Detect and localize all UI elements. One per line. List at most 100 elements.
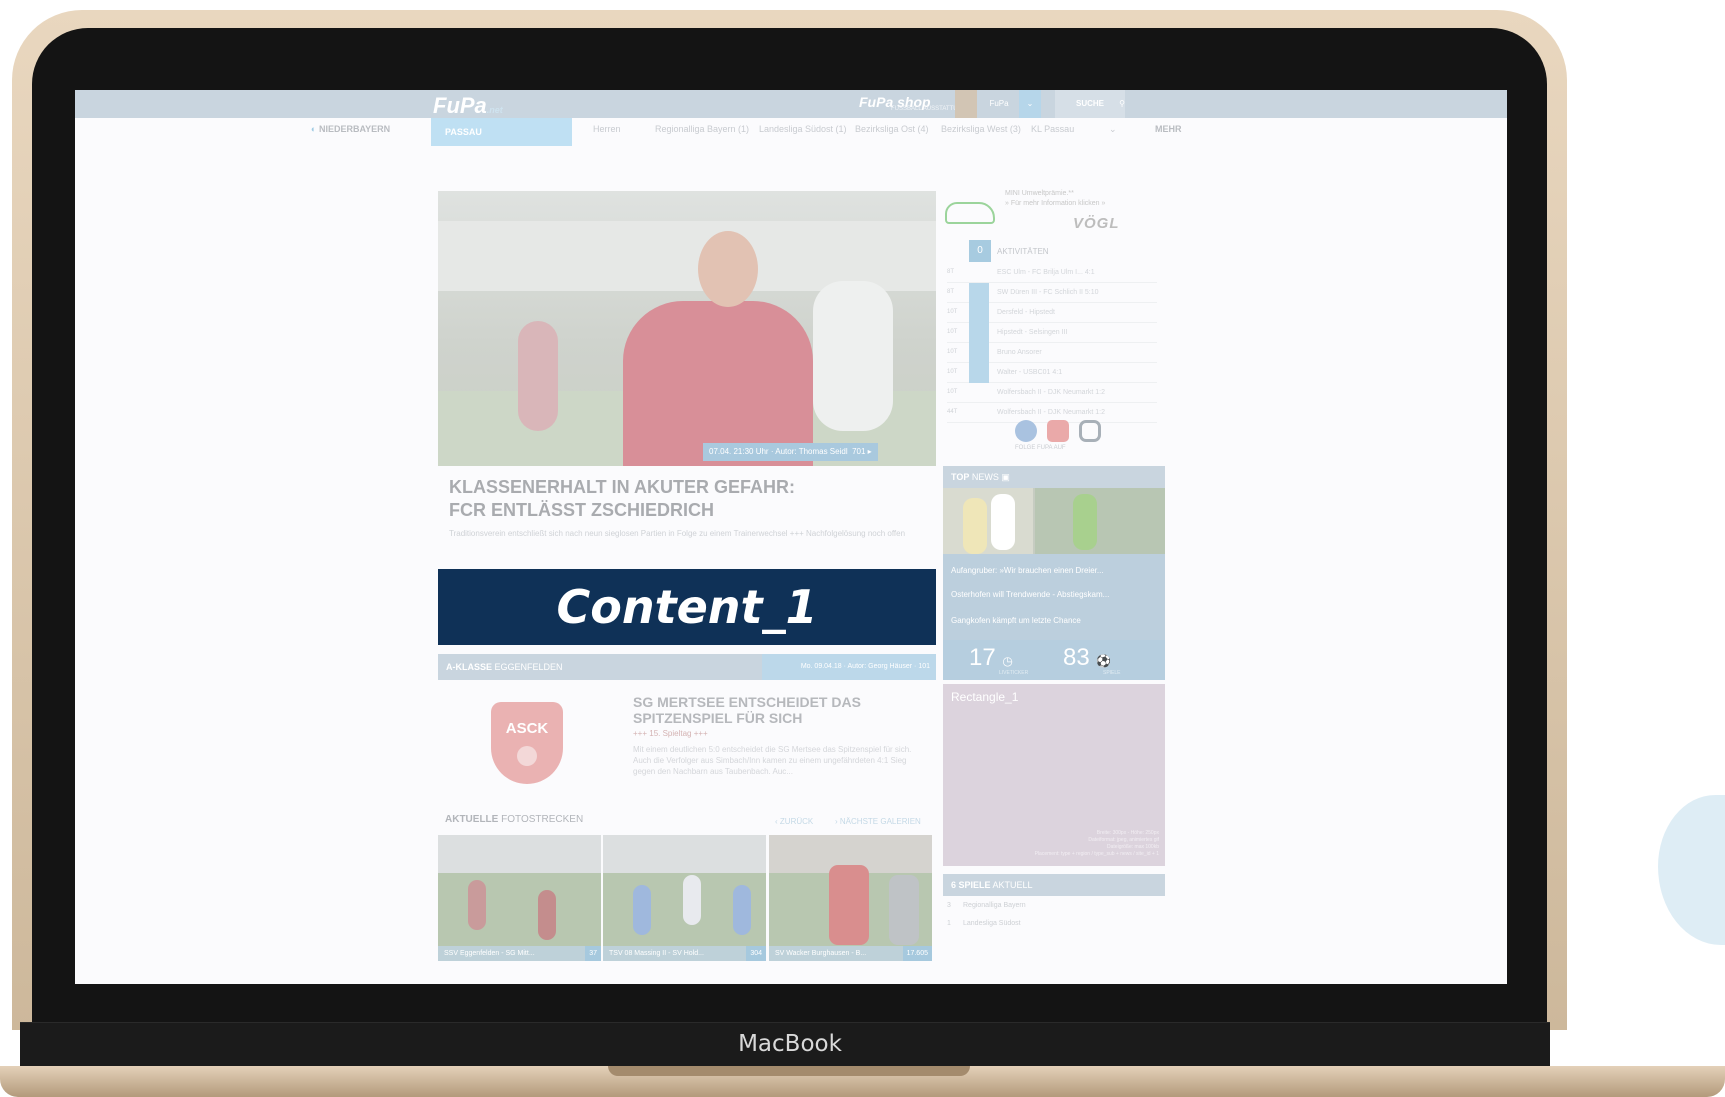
section-meta: Mo. 09.04.18 · Autor: Georg Häuser · 101	[762, 654, 936, 680]
chevron-left-icon: ‹	[775, 817, 778, 826]
nav-more-button[interactable]: MEHR	[1155, 124, 1182, 134]
content-placeholder-banner: Content_1	[438, 569, 936, 645]
activity-row[interactable]: 8T SW Düren III - FC Schlich II 5:10	[947, 283, 1157, 303]
chevron-down-icon[interactable]: ⌄	[1019, 90, 1041, 118]
hero-image[interactable]: 07.04. 21:30 Uhr · Autor: Thomas Seidl 7…	[438, 191, 936, 466]
youtube-icon[interactable]	[1047, 420, 1069, 442]
clock-icon	[969, 323, 989, 343]
gallery-thumb[interactable]: SSV Eggenfelden - SG Mitt... 37	[438, 835, 601, 961]
games-row[interactable]: 1 Landesliga Südost	[947, 920, 1021, 927]
site-logo[interactable]: FuPa.net	[433, 93, 503, 119]
thumb-player	[633, 885, 651, 935]
nav-league-item[interactable]: Bezirksliga Ost (4)	[855, 124, 929, 134]
hero-meta: 07.04. 21:30 Uhr · Autor: Thomas Seidl 7…	[703, 443, 878, 461]
hero-lead: Traditionsverein entschließt sich nach n…	[449, 529, 906, 538]
facebook-icon[interactable]	[1015, 420, 1037, 442]
activity-row[interactable]: 10T Wolfersbach II - DJK Neumarkt 1:2	[947, 383, 1157, 403]
club-crest-text: ASCK	[505, 720, 549, 737]
hero-player-right	[813, 281, 893, 431]
activity-row[interactable]: 10T Walter - USBC01 4:1	[947, 363, 1157, 383]
laptop-brand-label: MacBook	[738, 1031, 842, 1057]
activity-row[interactable]: 10T Hipstedt - Selsingen III	[947, 323, 1157, 343]
liveticker-value: 17	[969, 644, 996, 671]
top-news-image-right	[1035, 488, 1165, 554]
top-news-heading: TOP NEWS ▣	[943, 466, 1165, 488]
top-news-item[interactable]: Gangkofen kämpft um letzte Chance	[951, 616, 1081, 625]
user-avatar[interactable]	[955, 90, 977, 118]
hero-player-left	[518, 321, 558, 431]
games-heading: 6 SPIELE AKTUELL	[943, 874, 1165, 896]
rss-icon[interactable]: ▣	[1001, 472, 1010, 482]
activity-time: 10T	[947, 329, 958, 335]
nav-league-item[interactable]: Bezirksliga West (3)	[941, 124, 1021, 134]
thumb-caption: TSV 08 Massing II - SV Hold...	[603, 946, 766, 961]
instagram-icon[interactable]	[1079, 420, 1101, 442]
article-title[interactable]: SG MERTSEE ENTSCHEIDET DAS SPITZENSPIEL …	[633, 694, 923, 726]
laptop-screen: FuPa.net FuPa shop FUSSBALL AUSSTATTUNG …	[75, 90, 1507, 984]
clock-icon	[969, 303, 989, 323]
gallery-next-link[interactable]: › NÄCHSTE GALERIEN	[835, 817, 921, 826]
activity-row[interactable]: 10T Bruno Ansorer	[947, 343, 1157, 363]
activity-row[interactable]: 8T ESC Ulm - FC Brilja Ulm I... 4:1	[947, 263, 1157, 283]
activity-time: 44T	[947, 409, 958, 415]
activity-time: 8T	[947, 269, 955, 275]
activities-title: AKTIVITÄTEN	[997, 247, 1049, 256]
activity-text: Bruno Ansorer	[997, 349, 1042, 356]
top-news-item[interactable]: Osterhofen will Trendwende - Abstiegskam…	[951, 590, 1109, 599]
top-news-image-left	[943, 488, 1033, 554]
ad-brand-logo[interactable]: VÖGL	[1073, 215, 1120, 232]
club-crest-image[interactable]: ASCK	[491, 702, 563, 784]
nav-league-item[interactable]: Landesliga Südost (1)	[759, 124, 847, 134]
activity-time: 8T	[947, 289, 955, 295]
activity-time: 10T	[947, 309, 958, 315]
nav-region-niederbayern[interactable]: ◐ NIEDERBAYERN	[311, 124, 390, 134]
liveticker-label: LIVETICKER	[999, 670, 1029, 676]
rectangle-label: Rectangle_1	[951, 690, 1019, 704]
hero-coach-body	[623, 301, 813, 466]
thumb-player	[889, 875, 919, 945]
gallery-back-link[interactable]: ‹ ZURÜCK	[775, 817, 813, 826]
promo-stage: MacBook FuPa.net FuPa shop FUSSBALL AUSS…	[0, 0, 1725, 1097]
nav-league-item[interactable]: KL Passau	[1031, 124, 1074, 134]
gallery-heading-rest: FOTOSTRECKEN	[501, 814, 584, 825]
hero-headline-line2: FCR ENTLÄSST ZSCHIEDRICH	[449, 500, 714, 520]
article-excerpt: Mit einem deutlichen 5:0 entscheidet die…	[633, 745, 912, 776]
activity-text: Walter - USBC01 4:1	[997, 369, 1063, 376]
hero-headline[interactable]: KLASSENERHALT IN AKUTER GEFAHR: FCR ENTLÄ…	[449, 476, 869, 522]
nav-league-item[interactable]: Regionalliga Bayern (1)	[655, 124, 749, 134]
ball-icon	[969, 283, 989, 303]
search-icon[interactable]: ⚲	[1111, 90, 1133, 118]
ad-line-2[interactable]: » Für mehr Information klicken »	[1005, 200, 1105, 207]
thumb-count: 304	[746, 946, 766, 961]
chevron-down-icon[interactable]: ⌄	[1109, 124, 1117, 135]
activity-text: SW Düren III - FC Schlich II 5:10	[997, 289, 1099, 296]
thumb-player	[733, 885, 751, 935]
top-news-stats: 17 ◷ LIVETICKER 83 ⚽ SPIELE	[943, 640, 1165, 680]
clock-icon: ◷	[1002, 654, 1013, 668]
activity-row[interactable]: 10T Dersfeld - Hipstedt	[947, 303, 1157, 323]
user-menu[interactable]: FuPa	[979, 90, 1019, 118]
activity-text: ESC Ulm - FC Brilja Ulm I... 4:1	[997, 269, 1095, 276]
top-news-player	[1073, 494, 1097, 550]
laptop-notch	[608, 1066, 970, 1076]
games-row-league: Regionalliga Bayern	[963, 902, 1026, 909]
arrow-right-icon: ▸	[867, 447, 872, 456]
rectangle-spec-line: Dateigröße: max 100kb	[1107, 844, 1159, 850]
top-news-item[interactable]: Aufangruber: »Wir brauchen einen Dreier.…	[951, 566, 1104, 575]
nav-region-label: NIEDERBAYERN	[318, 124, 391, 134]
activity-time: 10T	[947, 349, 958, 355]
nav-tab-passau[interactable]: PASSAU	[431, 118, 572, 146]
hero-coach-head	[698, 231, 758, 307]
top-news-image[interactable]	[943, 488, 1165, 554]
gallery-thumb[interactable]: TSV 08 Massing II - SV Hold... 304	[603, 835, 766, 961]
section-label[interactable]: A-KLASSE EGGENFELDEN	[446, 654, 563, 680]
nav-category-herren[interactable]: Herren	[593, 124, 621, 134]
gallery-thumb[interactable]: SV Wacker Burghausen - B... 17.605	[769, 835, 932, 961]
chevron-right-icon: ›	[835, 817, 838, 826]
site-logo-suffix: .net	[486, 105, 503, 115]
thumb-player	[538, 890, 556, 940]
hero-views: 701	[852, 447, 866, 456]
activity-time: 10T	[947, 369, 958, 375]
games-row[interactable]: 3 Regionalliga Bayern	[947, 902, 1026, 909]
ad-line-1[interactable]: MINI Umweltprämie.**	[1005, 190, 1074, 197]
